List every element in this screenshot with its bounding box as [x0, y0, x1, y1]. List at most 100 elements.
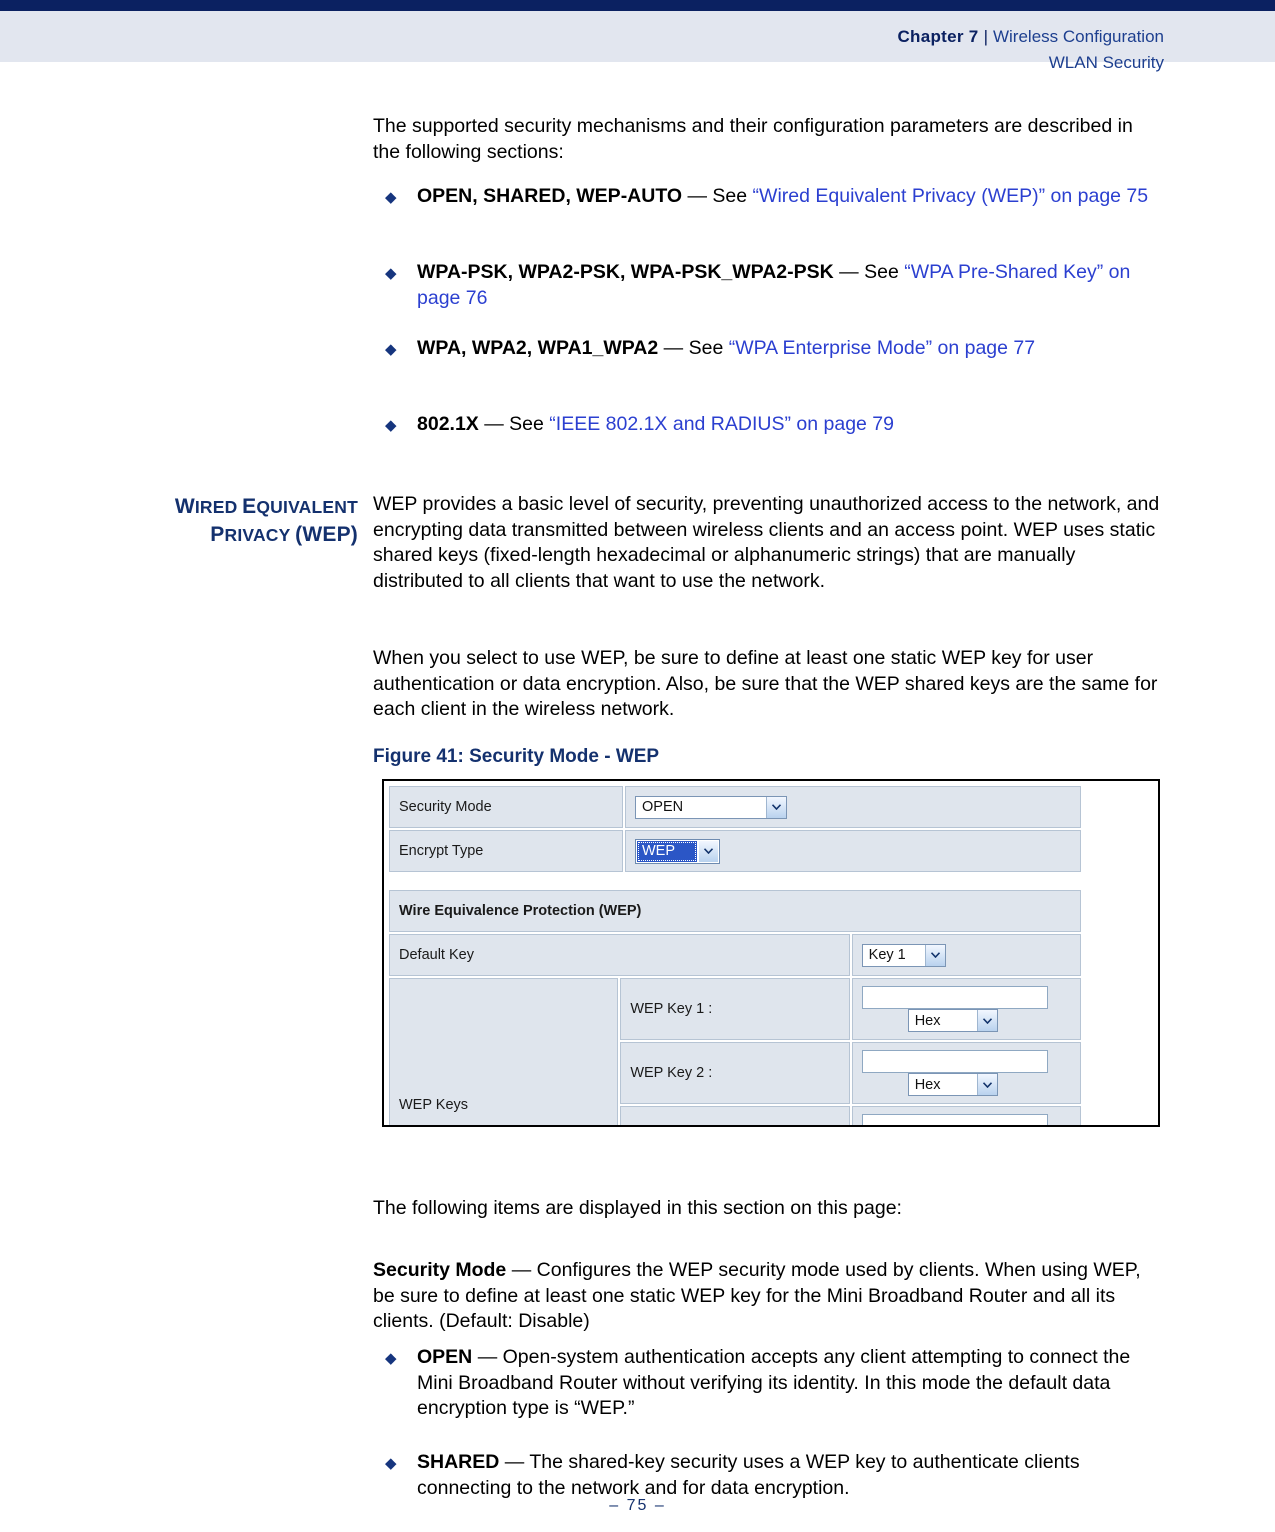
mechanism-see: See [509, 413, 544, 435]
chevron-down-glyph [772, 804, 781, 810]
diamond-bullet-icon: ◆ [385, 417, 397, 434]
diamond-bullet-icon: ◆ [385, 1455, 397, 1472]
wep-settings-table: Wire Equivalence Protection (WEP) Defaul… [387, 888, 1083, 1125]
figure-caption: Figure 41: Security Mode - WEP [373, 746, 660, 767]
mechanism-link[interactable]: “IEEE 802.1X and RADIUS” on page 79 [549, 413, 894, 435]
mechanism-dash: — [484, 413, 504, 435]
security-mode-select-value: OPEN [642, 799, 684, 815]
page-footer: – 75 – [0, 1497, 1275, 1515]
default-key-value-cell: Key 1 [851, 934, 1081, 976]
encrypt-type-select-value: WEP [637, 840, 697, 862]
section-side-heading: WIRED EQUIVALENT PRIVACY (WEP) [110, 494, 358, 550]
security-mode-desc-term: Security Mode [373, 1259, 507, 1281]
section-side-heading-line2: PRIVACY (WEP) [210, 523, 358, 546]
table-row-encrypt-type: Encrypt Type WEP [389, 830, 1081, 872]
items-intro-block: The following items are displayed in thi… [373, 1196, 1163, 1222]
mode-dash: — [477, 1346, 498, 1368]
section-side-heading-line1: WIRED EQUIVALENT [174, 495, 358, 518]
chevron-down-icon [976, 1010, 997, 1031]
security-mode-description-block: Security Mode — Configures the WEP secur… [373, 1258, 1163, 1335]
default-key-select-value: Key 1 [868, 947, 906, 963]
wep-key-value-cell: Hex [851, 978, 1081, 1040]
wep-paragraph-1: WEP provides a basic level of security, … [373, 493, 1160, 592]
mechanism-term: WPA-PSK, WPA2-PSK, WPA-PSK_WPA2-PSK [417, 261, 834, 283]
wep-keys-label: WEP Keys [389, 978, 619, 1125]
mechanism-see: See [712, 185, 748, 207]
mechanism-see: See [688, 337, 724, 359]
wep-key-label: WEP Key 3 : [620, 1106, 850, 1125]
wep-key-2-input[interactable] [861, 1050, 1048, 1073]
security-mode-select[interactable]: OPEN [635, 795, 787, 819]
diamond-bullet-icon: ◆ [385, 265, 397, 282]
intro-paragraph-block: The supported security mechanisms and th… [373, 114, 1163, 165]
mechanism-dash: — [839, 261, 859, 283]
mechanism-link[interactable]: “WPA Enterprise Mode” on page 77 [729, 337, 1035, 359]
security-mode-desc-dash: — [511, 1259, 532, 1281]
mechanism-see: See [864, 261, 899, 283]
page-number: – 75 – [609, 1497, 666, 1514]
chevron-down-glyph [704, 848, 713, 854]
mechanism-dash: — [687, 185, 708, 207]
table-row-wep-key-1: WEP Keys WEP Key 1 : Hex [389, 978, 1081, 1125]
mechanism-item-wpa-enterprise: ◆ WPA, WPA2, WPA1_WPA2 — See “WPA Enterp… [373, 336, 1163, 362]
default-key-select[interactable]: Key 1 [861, 943, 946, 967]
items-intro: The following items are displayed in thi… [373, 1197, 902, 1219]
mechanism-link[interactable]: “Wired Equivalent Privacy (WEP)” on page… [753, 185, 1149, 207]
security-mode-label: Security Mode [389, 786, 623, 828]
mechanism-dash: — [663, 337, 684, 359]
wep-key-label: WEP Key 2 : [620, 1042, 850, 1104]
wep-paragraph-2: When you select to use WEP, be sure to d… [373, 647, 1158, 720]
wep-key-1-input[interactable] [861, 986, 1048, 1009]
panel-gap [387, 874, 1083, 888]
wep-key-1-format-select[interactable]: Hex [907, 1009, 998, 1032]
wep-paragraph-2-block: When you select to use WEP, be sure to d… [373, 646, 1163, 723]
mechanism-term: WPA, WPA2, WPA1_WPA2 [417, 337, 659, 359]
wep-key-value-cell: Hex [851, 1106, 1081, 1125]
chevron-down-icon [924, 944, 945, 966]
chevron-down-icon [699, 840, 718, 862]
wep-key-2-format-select[interactable]: Hex [907, 1073, 998, 1096]
mode-term: OPEN [417, 1346, 473, 1368]
security-mode-description: Security Mode — Configures the WEP secur… [373, 1258, 1163, 1335]
router-config-panel: Security Mode OPEN Encrypt Type WEP Wire… [387, 784, 1083, 1125]
top-navy-rule [0, 0, 1275, 11]
chevron-down-glyph [982, 1081, 992, 1088]
mechanism-item-8021x: ◆ 802.1X — See “IEEE 802.1X and RADIUS” … [373, 412, 1163, 438]
mode-item-shared: ◆ SHARED — The shared-key security uses … [373, 1450, 1163, 1501]
chevron-down-glyph [930, 952, 940, 958]
diamond-bullet-icon: ◆ [385, 189, 397, 206]
wep-key-1-format-value: Hex [914, 1012, 941, 1029]
wep-key-3-input[interactable] [861, 1114, 1048, 1125]
wep-section-header: Wire Equivalence Protection (WEP) [389, 890, 1081, 932]
mode-text: Open-system authentication accepts any c… [417, 1346, 1131, 1419]
table-row-wep-section-header: Wire Equivalence Protection (WEP) [389, 890, 1081, 932]
diamond-bullet-icon: ◆ [385, 341, 397, 358]
security-mode-value-cell: OPEN [625, 786, 1081, 828]
diamond-bullet-icon: ◆ [385, 1350, 397, 1367]
mechanism-item-wpa-psk: ◆ WPA-PSK, WPA2-PSK, WPA-PSK_WPA2-PSK — … [373, 260, 1163, 311]
figure-caption-block: Figure 41: Security Mode - WEP [373, 746, 1163, 768]
mode-term: SHARED [417, 1451, 500, 1473]
chapter-label: Chapter 7 [897, 27, 979, 46]
wep-paragraph-1-block: WEP provides a basic level of security, … [373, 492, 1163, 594]
encrypt-type-label: Encrypt Type [389, 830, 623, 872]
header-subtitle: WLAN Security [1048, 53, 1164, 73]
chapter-title: Wireless Configuration [992, 27, 1164, 46]
mode-item-open: ◆ OPEN — Open-system authentication acce… [373, 1345, 1163, 1422]
page-header-text: Chapter 7 | Wireless Configuration WLAN Se… [897, 25, 1164, 75]
chevron-down-glyph [982, 1017, 992, 1024]
table-row-default-key: Default Key Key 1 [389, 934, 1081, 976]
wep-key-label: WEP Key 1 : [620, 978, 850, 1040]
chevron-down-icon [766, 796, 786, 818]
figure-41-security-mode-wep: Security Mode OPEN Encrypt Type WEP Wire… [382, 779, 1160, 1127]
page-header-band: Chapter 7 | Wireless Configuration WLAN Se… [0, 11, 1275, 72]
mechanism-term: OPEN, SHARED, WEP-AUTO [417, 185, 683, 207]
mechanism-term: 802.1X [417, 413, 479, 435]
wep-key-2-format-value: Hex [914, 1076, 941, 1093]
intro-paragraph: The supported security mechanisms and th… [373, 115, 1133, 163]
mode-dash: — [504, 1451, 525, 1473]
encrypt-type-select[interactable]: WEP [635, 838, 720, 864]
security-settings-table: Security Mode OPEN Encrypt Type WEP [387, 784, 1083, 874]
chevron-down-icon [976, 1074, 997, 1095]
encrypt-type-value-cell: WEP [625, 830, 1081, 872]
